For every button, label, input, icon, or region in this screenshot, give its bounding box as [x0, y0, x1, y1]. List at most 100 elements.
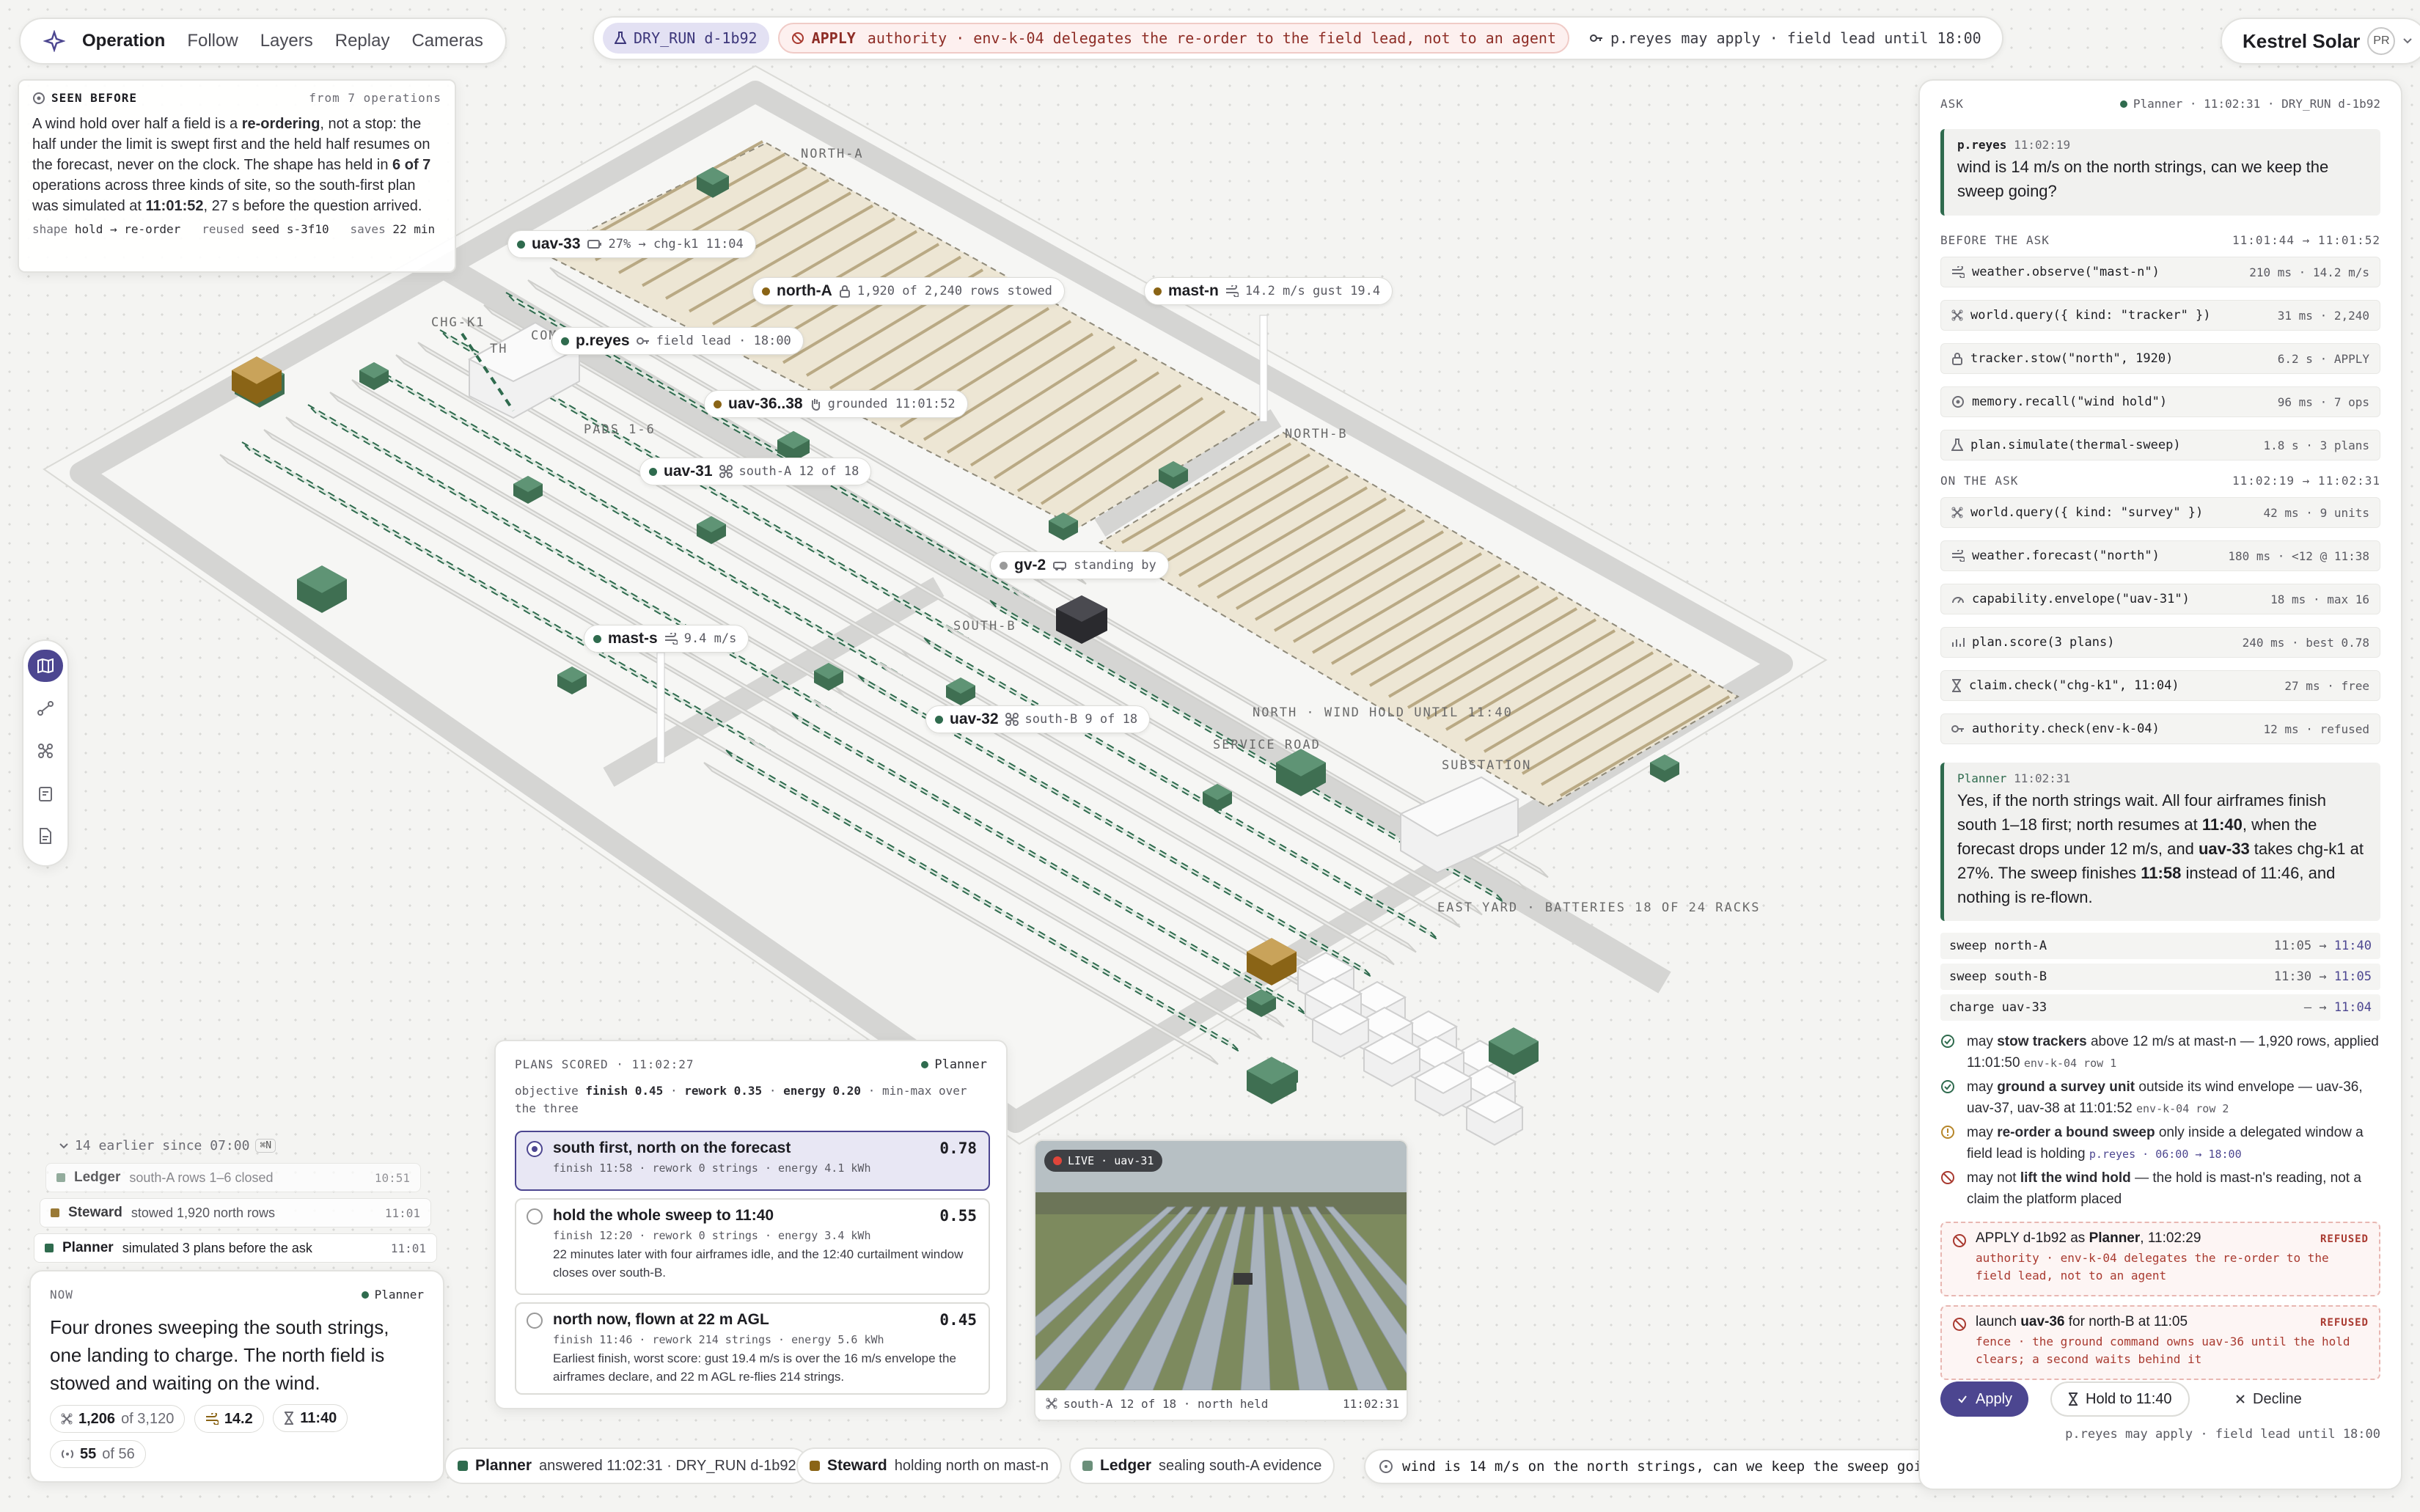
apply-refused-chip[interactable]: APPLY authority · env-k-04 delegates the … [777, 23, 1569, 54]
tool-call[interactable]: capability.envelope("uav-31") 18 ms · max… [1940, 584, 2380, 614]
decline-button[interactable]: Decline [2219, 1381, 2318, 1417]
plans-agent: Planner [934, 1057, 987, 1072]
mast-n[interactable] [1259, 315, 1268, 422]
now-agent: Planner [374, 1288, 424, 1302]
camera-feed-image [1035, 1141, 1407, 1390]
zone-label-eastyard: EAST YARD · BATTERIES 18 OF 24 RACKS [1437, 900, 1761, 915]
tool-call[interactable]: weather.observe("mast-n") 210 ms · 14.2 m… [1940, 257, 2380, 287]
logo-icon[interactable] [34, 21, 75, 62]
tool-call-result: 42 ms · 9 units [2263, 505, 2370, 520]
route-tool-button[interactable] [28, 692, 63, 724]
tool-call[interactable]: tracker.stow("north", 1920) 6.2 s · APPLY [1940, 343, 2380, 374]
tool-call-name: memory.recall("wind hold") [1972, 394, 2168, 409]
plan-step[interactable]: sweep south-B 11:30 → 11:05 [1940, 964, 2380, 990]
plan-option[interactable]: south first, north on the forecast 0.78 fi… [515, 1131, 990, 1191]
tool-call-result: 12 ms · refused [2263, 722, 2370, 736]
map-tag-mast-n[interactable]: mast-n 14.2 m/s gust 19.4 [1144, 277, 1393, 305]
refused-launch[interactable]: launch uav-36 for north-B at 11:05 REFUSE… [1940, 1305, 2380, 1380]
plan-option[interactable]: hold the whole sweep to 11:40 0.55 finish … [515, 1198, 990, 1295]
tool-call[interactable]: plan.simulate(thermal-sweep) 1.8 s · 3 pl… [1940, 430, 2380, 460]
apply-text: authority · env-k-04 delegates the re-or… [867, 29, 1556, 47]
agent-chip-ledger[interactable]: Ledger sealing south-A evidence [1069, 1447, 1335, 1484]
tool-call-name: plan.simulate(thermal-sweep) [1970, 438, 2181, 452]
tool-call-name: weather.forecast("north") [1972, 548, 2160, 563]
feed-row[interactable]: Ledger south-A rows 1–6 closed 10:51 [45, 1163, 421, 1192]
tool-call-result: 1.8 s · 3 plans [2263, 438, 2370, 452]
metric-units: 55 of 56 [50, 1440, 146, 1468]
tool-call[interactable]: world.query({ kind: "tracker" }) 31 ms · … [1940, 300, 2380, 331]
mast-s[interactable] [656, 652, 665, 763]
tool-call-name: world.query({ kind: "tracker" }) [1970, 308, 2211, 323]
hour-icon [1951, 679, 1962, 692]
blocked-icon [1952, 1233, 1967, 1248]
account-switcher[interactable]: Kestrel Solar PR [2221, 18, 2420, 65]
seen-before-card[interactable]: SEEN BEFORE from 7 operations A wind hold… [18, 79, 456, 273]
tool-call[interactable]: authority.check(env-k-04) 12 ms · refused [1940, 713, 2380, 744]
plan-option[interactable]: north now, flown at 22 m AGL 0.45 finish 1… [515, 1302, 990, 1395]
permission-conditional: may re-order a bound sweep only inside a… [1940, 1122, 2380, 1165]
map-tag-uav-32[interactable]: uav-32 south-B 9 of 18 [925, 705, 1151, 733]
ask-input[interactable]: wind is 14 m/s on the north strings, can… [1364, 1449, 1980, 1484]
metric-rows: 1,206 of 3,120 [50, 1405, 186, 1433]
tool-call[interactable]: memory.recall("wind hold") 96 ms · 7 ops [1940, 386, 2380, 417]
map-tag-uav-36-38[interactable]: uav-36..38 grounded 11:01:52 [704, 390, 968, 418]
tool-call[interactable]: world.query({ kind: "survey" }) 42 ms · 9… [1940, 497, 2380, 528]
score-icon [1951, 636, 1965, 648]
radio-icon [527, 1208, 543, 1225]
apply-button[interactable]: Apply [1940, 1381, 2029, 1417]
map-tools [22, 639, 69, 867]
zone-label-north-a: NORTH-A [801, 147, 864, 161]
drone-tool-button[interactable] [28, 735, 63, 767]
feed-row[interactable]: Steward stowed 1,920 north rows 11:01 [40, 1198, 431, 1227]
status-dot [1154, 287, 1162, 296]
nav-replay[interactable]: Replay [335, 31, 390, 51]
live-camera-card[interactable]: LIVE · uav-31 south-A 12 of 18 · north h… [1034, 1139, 1408, 1421]
tool-call-name: authority.check(env-k-04) [1972, 722, 2160, 736]
plan-step[interactable]: charge uav-33– → 11:04 [1940, 994, 2380, 1021]
tag-meta: south-A 12 of 18 [738, 464, 859, 479]
now-label: NOW [50, 1288, 73, 1302]
feed-earlier[interactable]: 14 earlier since 07:00 ⌘N [37, 1138, 276, 1153]
nav-operation[interactable]: Operation [82, 31, 165, 51]
plans-scored-card: PLANS SCORED · 11:02:27 Planner objective… [494, 1040, 1008, 1409]
hold-button[interactable]: Hold to 11:40 [2050, 1381, 2190, 1417]
chevron-down-icon [59, 1142, 69, 1150]
tool-call-name: weather.observe("mast-n") [1972, 265, 2160, 279]
ask-panel: ASK Planner · 11:02:31 · DRY_RUN d-1b92 p… [1918, 79, 2402, 1490]
plan-step[interactable]: sweep north-A 11:05 → 11:40 [1940, 933, 2380, 959]
nav-cameras[interactable]: Cameras [411, 31, 483, 51]
map-tag-north-a[interactable]: north-A 1,920 of 2,240 rows stowed [752, 277, 1065, 305]
status-dot [561, 337, 569, 345]
nav-layers[interactable]: Layers [260, 31, 313, 51]
status-dot [1000, 561, 1008, 570]
map-tag-uav-31[interactable]: uav-31 south-A 12 of 18 [639, 458, 872, 485]
map-tag-mast-s[interactable]: mast-s 9.4 m/s [584, 625, 749, 653]
map-mode-button[interactable] [28, 650, 63, 682]
map-tag-gv-2[interactable]: gv-2 standing by [990, 551, 1169, 579]
dry-run-label: DRY_RUN d-1b92 [634, 29, 758, 47]
now-card[interactable]: NOW Planner Four drones sweeping the sout… [29, 1270, 444, 1483]
agent-chip-planner[interactable]: Planner answered 11:02:31 · DRY_RUN d-1b9… [444, 1447, 810, 1484]
answer-bubble: Planner 11:02:31 Yes, if the north strin… [1940, 763, 2380, 921]
authority-chip[interactable]: p.reyes may apply · field lead until 18:… [1578, 23, 1993, 54]
feed-row[interactable]: Planner simulated 3 plans before the ask 1… [34, 1233, 437, 1263]
radio-icon [61, 1448, 74, 1460]
nav-follow[interactable]: Follow [187, 31, 238, 51]
tool-call-name: plan.score(3 plans) [1972, 635, 2115, 650]
document-tool-button[interactable] [28, 820, 63, 852]
tool-call-name: claim.check("chg-k1", 11:04) [1969, 678, 2179, 693]
clipboard-tool-button[interactable] [28, 777, 63, 810]
map-tag-uav-33[interactable]: uav-33 27% → chg-k1 11:04 [507, 230, 756, 258]
zone-label-th: TH [490, 342, 508, 356]
tool-call[interactable]: plan.score(3 plans) 240 ms · best 0.78 [1940, 627, 2380, 658]
tool-call-name: capability.envelope("uav-31") [1972, 592, 2190, 606]
dry-run-chip[interactable]: DRY_RUN d-1b92 [603, 23, 769, 54]
refused-apply[interactable]: APPLY d-1b92 as Planner, 11:02:29 REFUSED… [1940, 1222, 2380, 1296]
map-tag-p-reyes[interactable]: p.reyes field lead · 18:00 [551, 327, 804, 355]
memory-icon [32, 92, 45, 105]
authority-text: p.reyes may apply · field lead until 18:… [1610, 29, 1981, 47]
zone-label-south-b: SOUTH-B [953, 619, 1016, 634]
tool-call[interactable]: claim.check("chg-k1", 11:04) 27 ms · free [1940, 670, 2380, 701]
agent-chip-steward[interactable]: Steward holding north on mast-n [796, 1447, 1062, 1484]
tool-call[interactable]: weather.forecast("north") 180 ms · <12 @ … [1940, 540, 2380, 571]
